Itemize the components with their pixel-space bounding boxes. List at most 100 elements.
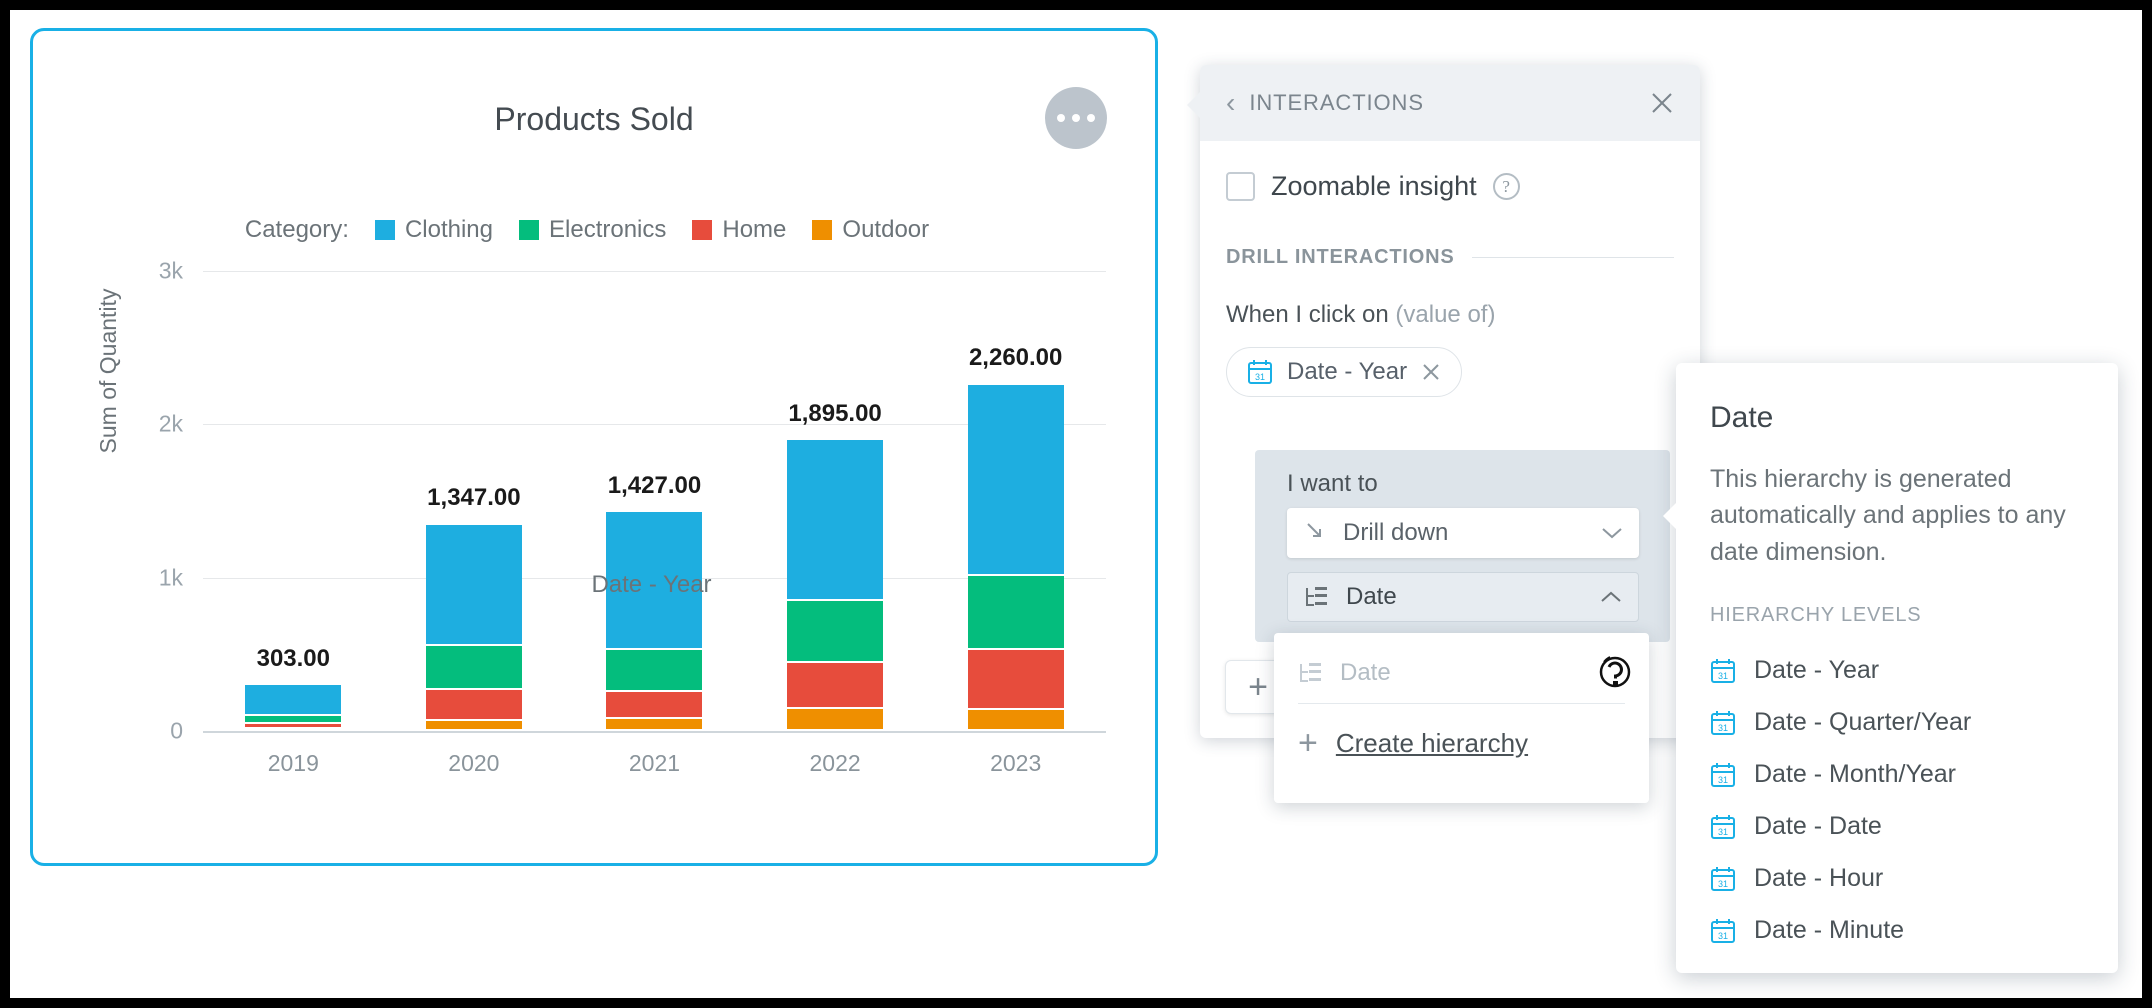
bar-segment[interactable] — [968, 710, 1064, 731]
when-i-click-on-hint: (value of) — [1395, 301, 1495, 328]
bar-group[interactable]: 1,347.002020 — [393, 271, 556, 731]
svg-text:31: 31 — [1718, 931, 1728, 941]
chevron-down-icon — [1601, 526, 1623, 540]
hierarchy-icon — [1298, 662, 1324, 684]
bar-segment[interactable] — [968, 650, 1064, 710]
legend-item-clothing[interactable]: Clothing — [375, 216, 493, 244]
calendar-icon: 31 — [1710, 710, 1736, 736]
bar-segment[interactable] — [606, 650, 702, 691]
hierarchy-select[interactable]: Date — [1287, 572, 1639, 622]
hierarchy-level-label: Date - Quarter/Year — [1754, 708, 1971, 737]
zoomable-insight-checkbox[interactable] — [1226, 172, 1255, 201]
ellipsis-icon — [1087, 114, 1095, 122]
bar-group[interactable]: 1,427.002021 — [573, 271, 736, 731]
zoomable-insight-row: Zoomable insight ? — [1226, 171, 1674, 202]
x-axis-tick: 2020 — [448, 750, 499, 777]
bar-segment[interactable] — [426, 646, 522, 690]
bar-segment[interactable] — [606, 692, 702, 720]
legend-swatch — [519, 220, 539, 240]
hierarchy-levels-list: 31Date - Year31Date - Quarter/Year31Date… — [1710, 645, 2084, 957]
drill-interactions-header: DRILL INTERACTIONS — [1226, 246, 1674, 269]
calendar-icon: 31 — [1710, 918, 1736, 944]
legend-swatch — [812, 220, 832, 240]
bar-segment[interactable] — [245, 729, 341, 731]
y-axis-tick: 2k — [123, 411, 183, 438]
action-select[interactable]: Drill down — [1287, 508, 1639, 558]
calendar-icon: 31 — [1247, 359, 1273, 385]
app-root: Products Sold Category: Clothing Electro… — [10, 10, 2142, 998]
create-hierarchy-button[interactable]: + Create hierarchy — [1298, 726, 1625, 760]
x-axis-tick: 2023 — [990, 750, 1041, 777]
legend-item-label: Home — [722, 216, 786, 244]
bar-total-label: 2,260.00 — [886, 344, 1146, 372]
calendar-icon: 31 — [1710, 762, 1736, 788]
legend-title: Category: — [245, 216, 349, 244]
hierarchy-level-label: Date - Month/Year — [1754, 760, 1956, 789]
dropdown-option-label: Date — [1340, 659, 1391, 687]
legend-item-electronics[interactable]: Electronics — [519, 216, 666, 244]
chip-label: Date - Year — [1287, 358, 1407, 386]
svg-text:31: 31 — [1718, 723, 1728, 733]
chevron-up-icon — [1600, 590, 1622, 604]
panel-title: INTERACTIONS — [1249, 90, 1424, 116]
legend-item-home[interactable]: Home — [692, 216, 786, 244]
chart-options-button[interactable] — [1045, 87, 1107, 149]
legend-item-outdoor[interactable]: Outdoor — [812, 216, 929, 244]
hierarchy-icon — [1304, 586, 1330, 608]
hierarchy-level-row: 31 Date - Quarter/Year — [1710, 697, 2084, 749]
hierarchy-info-card: Date This hierarchy is generated automat… — [1676, 363, 2118, 973]
svg-text:31: 31 — [1718, 879, 1728, 889]
bar-segment[interactable] — [245, 716, 341, 724]
divider — [1472, 257, 1674, 258]
bar-stack[interactable] — [968, 385, 1064, 732]
bar-segment[interactable] — [426, 721, 522, 731]
bar-total-label: 1,427.00 — [524, 472, 784, 500]
trigger-field-chip[interactable]: 31 Date - Year — [1226, 347, 1462, 397]
page-title: Products Sold — [33, 101, 1155, 138]
bar-segment[interactable] — [787, 663, 883, 709]
info-card-pointer — [1663, 503, 1676, 529]
x-axis-tick: 2022 — [809, 750, 860, 777]
y-axis-tick: 3k — [123, 258, 183, 285]
when-i-click-on-text: When I click on — [1226, 301, 1389, 328]
bar-total-label: 1,895.00 — [705, 400, 965, 428]
bar-stack[interactable] — [606, 512, 702, 731]
hierarchy-level-row: 31 Date - Minute — [1710, 905, 2084, 957]
bar-segment[interactable] — [787, 709, 883, 731]
bar-group[interactable]: 2,260.002023 — [934, 271, 1097, 731]
bar-group[interactable]: 1,895.002022 — [754, 271, 917, 731]
bar-stack[interactable] — [245, 685, 341, 731]
hierarchy-level-row: 31Date - Year — [1710, 645, 2084, 697]
bar-segment[interactable] — [426, 690, 522, 721]
i-want-to-group: I want to Drill down Date — [1255, 450, 1670, 642]
svg-text:31: 31 — [1718, 775, 1728, 785]
x-axis-title: Date - Year — [203, 571, 1100, 599]
legend-swatch — [692, 220, 712, 240]
bar-segment[interactable] — [606, 719, 702, 731]
close-icon[interactable] — [1648, 89, 1676, 117]
panel-body: Zoomable insight ? DRILL INTERACTIONS Wh… — [1200, 141, 1700, 397]
y-axis-tick: 0 — [123, 718, 183, 745]
bar-segment[interactable] — [968, 385, 1064, 577]
hierarchy-level-label: Date - Hour — [1754, 864, 1883, 893]
hierarchy-select-value: Date — [1346, 583, 1584, 611]
question-mark-icon[interactable]: ? — [1493, 173, 1520, 200]
info-card-description: This hierarchy is generated automaticall… — [1710, 461, 2084, 570]
hierarchy-levels-title: HIERARCHY LEVELS — [1710, 604, 2084, 627]
hierarchy-level-row: 31 Date - Month/Year — [1710, 749, 2084, 801]
gridline — [203, 731, 1106, 733]
bar-segment[interactable] — [787, 601, 883, 662]
plus-icon: + — [1298, 726, 1318, 760]
hierarchy-level-label: Date - Date — [1754, 812, 1882, 841]
hierarchy-level-label: Date - Minute — [1754, 916, 1904, 945]
bar-segment[interactable] — [245, 685, 341, 716]
bar-total-label: 303.00 — [163, 645, 423, 673]
bar-stack[interactable] — [426, 525, 522, 732]
close-icon[interactable] — [1421, 362, 1441, 382]
legend-item-label: Electronics — [549, 216, 666, 244]
dropdown-option-date[interactable]: Date — [1298, 651, 1625, 695]
svg-text:31: 31 — [1718, 671, 1728, 681]
y-axis-title: Sum of Quantity — [95, 221, 122, 521]
chevron-left-icon[interactable]: ‹ — [1226, 89, 1235, 117]
panel-pointer — [1187, 91, 1201, 119]
